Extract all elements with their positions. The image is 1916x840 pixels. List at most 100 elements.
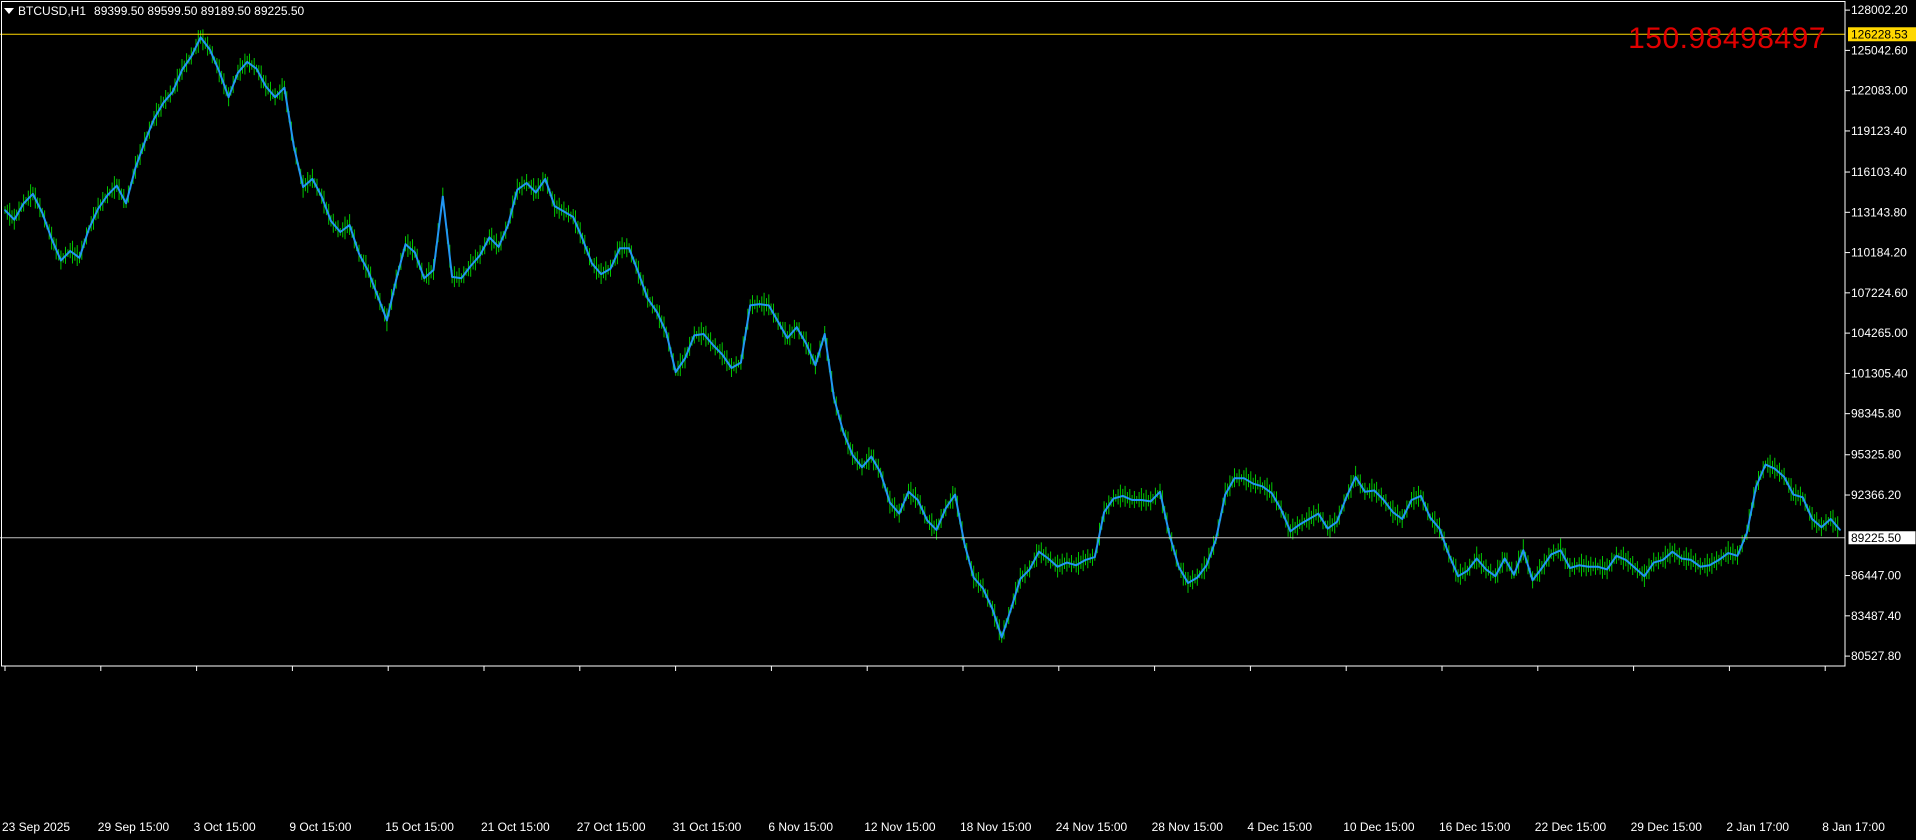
price-point	[1606, 568, 1608, 571]
price-point	[1569, 567, 1571, 569]
price-point	[1159, 490, 1161, 493]
price-point	[1364, 490, 1366, 493]
price-point	[972, 576, 975, 579]
price-point	[1755, 485, 1758, 488]
price-point	[190, 55, 193, 58]
price-point	[181, 69, 183, 71]
price-chart[interactable]: 128002.20 125042.60 122083.00 119123.40 1161…	[0, 0, 1916, 840]
price-point	[740, 361, 742, 364]
price-point	[1000, 636, 1003, 639]
price-point	[879, 471, 882, 474]
price-point	[339, 231, 342, 233]
price-point	[153, 118, 155, 120]
price-point	[1131, 499, 1133, 501]
price-point	[1475, 557, 1478, 560]
price-point	[1382, 499, 1385, 501]
price-point	[618, 247, 621, 250]
price-point	[497, 246, 500, 248]
indicator-value: 150.98498497	[1628, 22, 1826, 55]
price-point	[1513, 573, 1515, 576]
price-point	[1447, 553, 1450, 556]
price-point	[1587, 565, 1590, 568]
price-point	[1243, 477, 1245, 480]
x-tick-label: 29 Sep 15:00	[98, 820, 170, 834]
price-point	[1531, 579, 1534, 582]
price-point	[1140, 499, 1143, 501]
price-point	[1056, 565, 1059, 568]
price-point	[1494, 575, 1497, 578]
price-point	[870, 455, 873, 458]
dropdown-triangle-icon[interactable]	[4, 8, 14, 14]
symbol-timeframe: BTCUSD,H1	[18, 4, 87, 18]
price-point	[1438, 527, 1441, 530]
price-point	[544, 178, 547, 180]
price-point	[665, 331, 668, 334]
y-tick-label: 119123.40	[1851, 124, 1907, 138]
x-tick-label: 3 Oct 15:00	[194, 820, 256, 834]
price-point	[563, 210, 565, 213]
y-tick-label: 80527.80	[1851, 649, 1901, 663]
price-point	[32, 193, 34, 195]
price-point	[460, 277, 463, 280]
price-point	[4, 209, 6, 212]
price-point	[274, 96, 276, 99]
price-point	[1596, 565, 1599, 568]
price-point	[1820, 526, 1823, 529]
price-point	[1289, 530, 1292, 533]
price-point	[1466, 569, 1469, 572]
price-point	[553, 205, 556, 208]
price-point	[479, 254, 481, 256]
price-point	[209, 48, 211, 51]
price-point	[1680, 557, 1683, 560]
price-point	[1177, 565, 1180, 568]
price-point	[227, 96, 230, 99]
price-point	[162, 101, 165, 104]
price-point	[907, 490, 910, 493]
price-point	[367, 270, 370, 273]
price-point	[1662, 559, 1664, 561]
price-point	[609, 267, 612, 270]
price-point	[1019, 578, 1022, 580]
price-point	[78, 256, 81, 259]
chart-background	[0, 0, 1916, 840]
price-point	[1690, 559, 1692, 561]
x-tick-label: 9 Oct 15:00	[289, 820, 351, 834]
price-point	[451, 276, 453, 278]
price-point	[842, 431, 845, 433]
price-point	[320, 195, 323, 198]
price-point	[916, 499, 919, 501]
y-tick-label: 101305.40	[1851, 366, 1908, 380]
x-tick-label: 8 Jan 17:00	[1822, 820, 1885, 834]
price-point	[1764, 463, 1767, 466]
price-point	[311, 178, 314, 180]
price-point	[1410, 499, 1413, 501]
price-point	[1084, 559, 1087, 561]
price-point	[1354, 476, 1357, 478]
price-point	[1419, 495, 1422, 497]
price-point	[581, 237, 584, 240]
price-point	[376, 295, 379, 297]
x-tick-label: 29 Dec 15:00	[1631, 820, 1703, 834]
price-point	[600, 273, 602, 275]
y-tick-label: 98345.80	[1851, 407, 1901, 421]
price-point	[814, 364, 817, 367]
price-point	[1578, 564, 1581, 567]
price-point	[1429, 516, 1432, 519]
y-tick-label: 107224.60	[1851, 286, 1908, 300]
price-point	[702, 333, 705, 335]
price-point	[749, 304, 752, 307]
price-point	[507, 224, 509, 227]
price-point	[1727, 552, 1730, 554]
price-point	[1280, 508, 1282, 511]
price-point	[358, 252, 360, 255]
price-point	[572, 216, 575, 218]
price-point	[134, 167, 137, 169]
price-point	[1196, 576, 1199, 579]
price-point	[1708, 564, 1711, 567]
price-point	[954, 493, 956, 496]
price-point	[395, 278, 398, 281]
price-point	[87, 228, 90, 231]
price-point	[889, 501, 891, 504]
price-point	[1336, 520, 1338, 523]
y-tick-label: 116103.40	[1851, 165, 1907, 179]
